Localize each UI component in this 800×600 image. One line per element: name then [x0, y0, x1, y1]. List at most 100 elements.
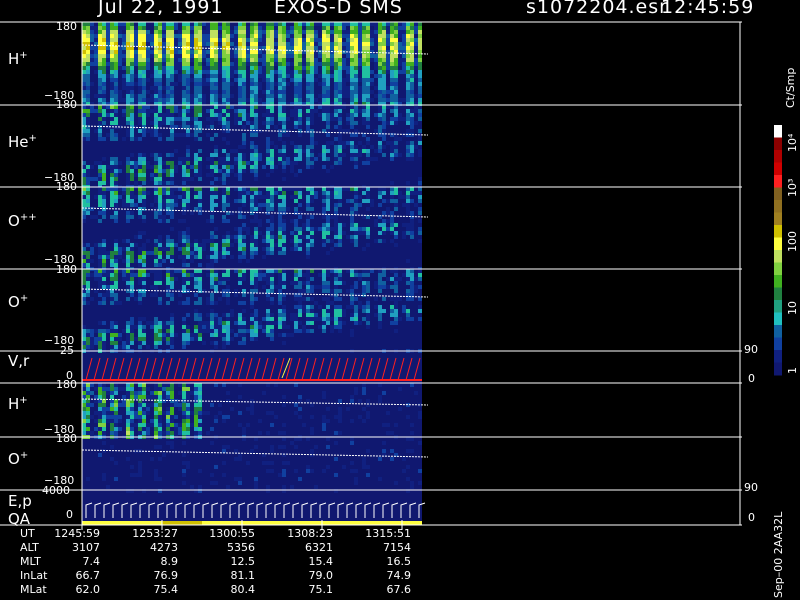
heatmap-cell: [182, 301, 186, 305]
heatmap-cell: [138, 281, 142, 285]
heatmap-cell: [138, 247, 142, 251]
heatmap-cell: [410, 231, 414, 235]
heatmap-cell: [354, 297, 358, 301]
heatmap-cell: [110, 30, 114, 34]
heatmap-cell: [310, 62, 314, 66]
heatmap-cell: [194, 34, 198, 38]
heatmap-cell: [238, 231, 242, 235]
heatmap-cell: [230, 309, 234, 313]
heatmap-cell: [218, 403, 222, 407]
heatmap-cell: [134, 82, 138, 86]
heatmap-cell: [102, 74, 106, 78]
heatmap-cell: [338, 46, 342, 50]
heatmap-cell: [114, 117, 118, 121]
heatmap-cell: [382, 137, 386, 141]
heatmap-cell: [142, 22, 146, 26]
heatmap-cell: [114, 239, 118, 243]
heatmap-cell: [194, 78, 198, 82]
heatmap-cell: [118, 46, 122, 50]
heatmap-cell: [118, 415, 122, 419]
heatmap-cell: [346, 187, 350, 191]
heatmap-cell: [366, 70, 370, 74]
heatmap-cell: [410, 437, 414, 441]
heatmap-cell: [406, 90, 410, 94]
heatmap-cell: [338, 195, 342, 199]
heatmap-cell: [302, 309, 306, 313]
heatmap-cell: [182, 285, 186, 289]
heatmap-cell: [286, 157, 290, 161]
heatmap-cell: [182, 181, 186, 185]
heatmap-cell: [234, 121, 238, 125]
heatmap-cell: [414, 203, 418, 207]
heatmap-cell: [250, 313, 254, 317]
heatmap-cell: [306, 161, 310, 165]
heatmap-cell: [98, 187, 102, 191]
heatmap-cell: [226, 273, 230, 277]
heatmap-cell: [138, 153, 142, 157]
heatmap-cell: [282, 191, 286, 195]
heatmap-cell: [158, 383, 162, 387]
heatmap-cell: [410, 38, 414, 42]
heatmap-cell: [170, 133, 174, 137]
heatmap-cell: [210, 38, 214, 42]
heatmap-cell: [250, 145, 254, 149]
heatmap-cell: [310, 74, 314, 78]
heatmap-cell: [294, 86, 298, 90]
heatmap-cell: [266, 277, 270, 281]
ut-row-label: MLT: [20, 555, 41, 568]
heatmap-cell: [278, 203, 282, 207]
heatmap-cell: [322, 157, 326, 161]
heatmap-cell: [374, 313, 378, 317]
heatmap-cell: [262, 38, 266, 42]
heatmap-cell: [130, 187, 134, 191]
heatmap-cell: [202, 94, 206, 98]
heatmap-cell: [346, 42, 350, 46]
heatmap-cell: [258, 82, 262, 86]
heatmap-cell: [158, 301, 162, 305]
heatmap-cell: [362, 70, 366, 74]
heatmap-cell: [246, 38, 250, 42]
heatmap-cell: [186, 86, 190, 90]
heatmap-cell: [418, 297, 422, 301]
heatmap-cell: [186, 383, 190, 387]
heatmap-cell: [366, 121, 370, 125]
heatmap-cell: [338, 54, 342, 58]
heatmap-cell: [138, 54, 142, 58]
heatmap-cell: [270, 117, 274, 121]
heatmap-cell: [362, 387, 366, 391]
heatmap-cell: [178, 157, 182, 161]
heatmap-cell: [322, 117, 326, 121]
heatmap-cell: [306, 38, 310, 42]
heatmap-cell: [158, 113, 162, 117]
heatmap-cell: [406, 34, 410, 38]
heatmap-cell: [102, 82, 106, 86]
heatmap-cell: [298, 86, 302, 90]
heatmap-cell: [118, 22, 122, 26]
heatmap-cell: [266, 485, 270, 489]
heatmap-cell: [254, 321, 258, 325]
heatmap-cell: [158, 403, 162, 407]
heatmap-cell: [154, 263, 158, 267]
heatmap-cell: [90, 391, 94, 395]
heatmap-cell: [186, 121, 190, 125]
heatmap-cell: [278, 187, 282, 191]
heatmap-cell: [302, 30, 306, 34]
heatmap-cell: [142, 129, 146, 133]
heatmap-cell: [410, 58, 414, 62]
heatmap-cell: [222, 313, 226, 317]
heatmap-cell: [134, 391, 138, 395]
heatmap-cell: [266, 58, 270, 62]
heatmap-cell: [98, 98, 102, 102]
heatmap-cell: [386, 38, 390, 42]
heatmap-cell: [270, 411, 274, 415]
heatmap-cell: [166, 423, 170, 427]
heatmap-cell: [394, 423, 398, 427]
heatmap-cell: [182, 62, 186, 66]
heatmap-cell: [382, 46, 386, 50]
heatmap-cell: [278, 137, 282, 141]
heatmap-cell: [82, 215, 86, 219]
heatmap-cell: [134, 38, 138, 42]
heatmap-cell: [198, 207, 202, 211]
heatmap-cell: [86, 251, 90, 255]
heatmap-cell: [254, 329, 258, 333]
